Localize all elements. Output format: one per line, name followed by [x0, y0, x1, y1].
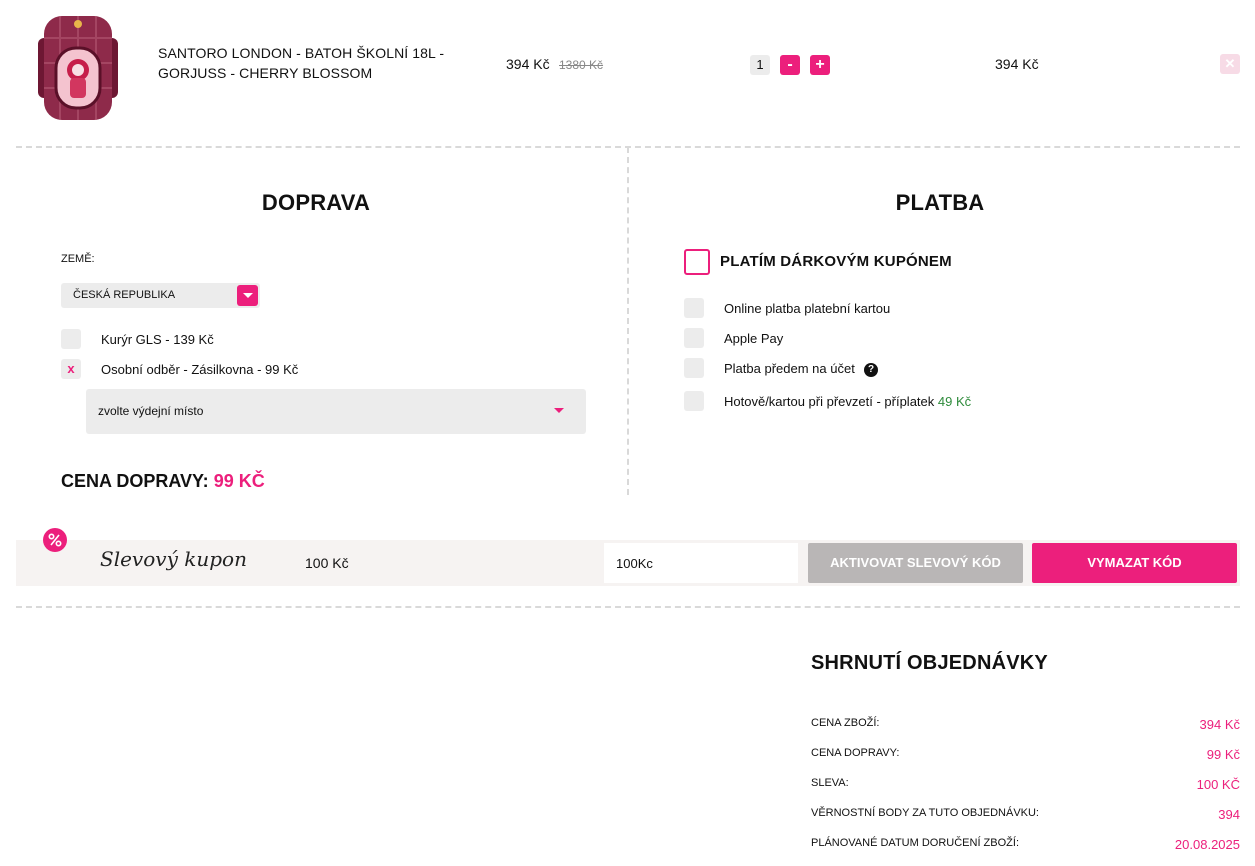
shipping-price-label: CENA DOPRAVY:: [61, 471, 209, 491]
order-summary-title: SHRNUTÍ OBJEDNÁVKY: [811, 652, 1048, 674]
payment-option-card-label[interactable]: Online platba platební kartou: [724, 301, 890, 316]
shipping-option-gls-label[interactable]: Kurýr GLS - 139 Kč: [101, 332, 214, 347]
help-icon[interactable]: ?: [864, 363, 878, 377]
summary-label: CENA ZBOŽÍ:: [811, 717, 880, 729]
percent-icon: [43, 528, 67, 552]
summary-value: 394 Kč: [1199, 717, 1240, 732]
pickup-point-placeholder: zvolte výdejní místo: [98, 404, 204, 418]
summary-row: SLEVA: 100 KČ: [811, 777, 1240, 792]
summary-label: CENA DOPRAVY:: [811, 747, 900, 759]
country-value: ČESKÁ REPUBLIKA: [73, 289, 176, 301]
quantity-decrease-button[interactable]: -: [780, 55, 800, 75]
summary-value: 99 Kč: [1206, 747, 1240, 762]
summary-value: 394: [1218, 807, 1240, 822]
shipping-price: CENA DOPRAVY: 99 KČ: [61, 471, 265, 492]
product-price: 394 Kč: [506, 56, 550, 72]
summary-value: 20.08.2025: [1174, 837, 1240, 852]
summary-label: SLEVA:: [811, 777, 849, 789]
summary-row: VĚRNOSTNÍ BODY ZA TUTO OBJEDNÁVKU: 394: [811, 807, 1240, 822]
summary-label: PLÁNOVANÉ DATUM DORUČENÍ ZBOŽÍ:: [811, 837, 1020, 849]
summary-label: VĚRNOSTNÍ BODY ZA TUTO OBJEDNÁVKU:: [811, 807, 1039, 819]
divider: [16, 606, 1240, 608]
country-select[interactable]: ČESKÁ REPUBLIKA: [61, 283, 260, 308]
payment-option-applepay-label[interactable]: Apple Pay: [724, 331, 783, 346]
shipping-option-gls-checkbox[interactable]: [61, 329, 81, 349]
product-image[interactable]: [30, 8, 126, 124]
quantity-increase-button[interactable]: +: [810, 55, 830, 75]
close-icon: ✕: [1224, 56, 1236, 71]
backpack-icon: [38, 16, 118, 120]
payment-option-cod-surcharge: 49 Kč: [937, 394, 972, 409]
quantity-value[interactable]: 1: [750, 55, 770, 75]
gift-voucher-checkbox[interactable]: [684, 249, 710, 275]
coupon-title: Slevový kupon: [100, 547, 247, 571]
payment-option-card-checkbox[interactable]: [684, 298, 704, 318]
chevron-down-icon: [237, 285, 258, 306]
summary-row: CENA ZBOŽÍ: 394 Kč: [811, 717, 1240, 732]
country-label: ZEMĚ:: [61, 253, 95, 265]
summary-row: CENA DOPRAVY: 99 Kč: [811, 747, 1240, 762]
payment-option-cod-checkbox[interactable]: [684, 391, 704, 411]
coupon-value: 100 Kč: [305, 555, 349, 571]
product-name[interactable]: SANTORO LONDON - BATOH ŠKOLNÍ 18L - GORJ…: [158, 43, 458, 83]
activate-coupon-button[interactable]: AKTIVOVAT SLEVOVÝ KÓD: [808, 543, 1023, 583]
payment-option-transfer-checkbox[interactable]: [684, 358, 704, 378]
coupon-code-input[interactable]: [604, 543, 798, 583]
shipping-option-zasilkovna-checkbox[interactable]: x: [61, 359, 81, 379]
summary-value: 100 KČ: [1196, 777, 1240, 792]
divider-vertical: [627, 147, 629, 495]
payment-option-cod-text: Hotově/kartou při převzetí - příplatek: [724, 394, 935, 409]
shipping-title: DOPRAVA: [261, 190, 371, 215]
summary-row: PLÁNOVANÉ DATUM DORUČENÍ ZBOŽÍ: 20.08.20…: [811, 837, 1240, 852]
payment-title: PLATBA: [895, 190, 985, 215]
clear-coupon-button[interactable]: VYMAZAT KÓD: [1032, 543, 1237, 583]
pickup-point-select[interactable]: zvolte výdejní místo: [86, 389, 586, 434]
product-old-price: 1380 Kč: [559, 58, 604, 72]
gift-voucher-label[interactable]: PLATÍM DÁRKOVÝM KUPÓNEM: [720, 253, 952, 270]
shipping-price-value: 99 KČ: [213, 471, 265, 491]
remove-item-button[interactable]: ✕: [1220, 54, 1240, 74]
payment-option-transfer-label[interactable]: Platba předem na účet: [724, 361, 855, 376]
product-total: 394 Kč: [995, 56, 1039, 72]
shipping-option-zasilkovna-label[interactable]: Osobní odběr - Zásilkovna - 99 Kč: [101, 362, 298, 377]
payment-option-applepay-checkbox[interactable]: [684, 328, 704, 348]
payment-option-cod-label[interactable]: Hotově/kartou při převzetí - příplatek 4…: [724, 394, 971, 409]
